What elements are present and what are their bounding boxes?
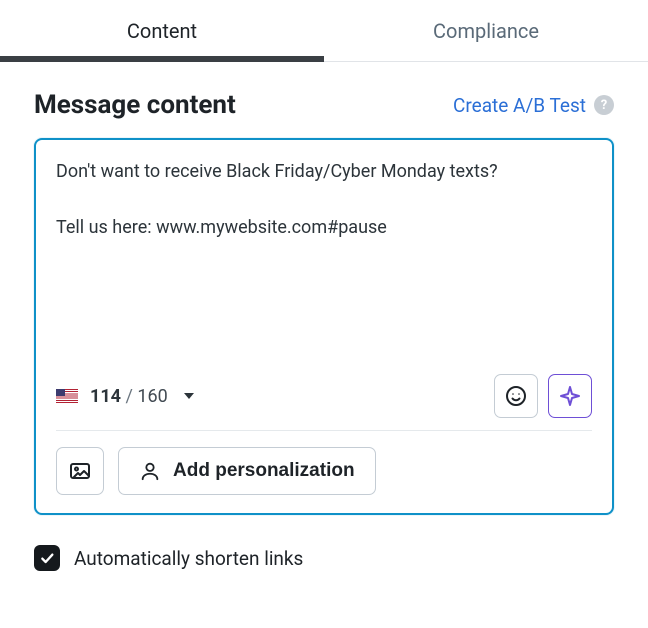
section-title: Message content (34, 90, 236, 120)
smiley-icon (504, 384, 528, 408)
add-personalization-button[interactable]: Add personalization (118, 447, 376, 495)
add-personalization-label: Add personalization (173, 460, 355, 482)
create-ab-test-link[interactable]: Create A/B Test (453, 94, 586, 117)
char-count-current: 114 (90, 386, 121, 407)
ab-test-wrap: Create A/B Test ? (453, 94, 614, 117)
char-counter[interactable]: 114 / 160 (56, 386, 194, 407)
tab-compliance-label: Compliance (433, 19, 539, 43)
shorten-links-checkbox[interactable] (34, 545, 60, 571)
tab-compliance[interactable]: Compliance (324, 0, 648, 61)
ai-sparkle-button[interactable] (548, 374, 592, 418)
message-content-section: Message content Create A/B Test ? Don't … (0, 62, 648, 515)
shorten-links-label: Automatically shorten links (74, 547, 303, 570)
section-header: Message content Create A/B Test ? (34, 90, 614, 120)
emoji-button[interactable] (494, 374, 538, 418)
check-icon (39, 550, 55, 566)
counter-row: 114 / 160 (56, 368, 592, 431)
image-icon (68, 459, 92, 483)
sparkle-icon (558, 384, 582, 408)
tab-content-label: Content (127, 19, 197, 43)
help-icon[interactable]: ? (594, 95, 614, 115)
chevron-down-icon (184, 393, 194, 399)
message-editor: Don't want to receive Black Friday/Cyber… (34, 138, 614, 515)
editor-toolbar: Add personalization (56, 431, 592, 495)
editor-action-icons (494, 374, 592, 418)
message-textarea[interactable]: Don't want to receive Black Friday/Cyber… (56, 158, 592, 368)
add-image-button[interactable] (56, 447, 104, 495)
person-icon (139, 460, 161, 482)
tabs: Content Compliance (0, 0, 648, 62)
us-flag-icon (56, 389, 78, 403)
shorten-links-option: Automatically shorten links (0, 515, 648, 595)
tab-content[interactable]: Content (0, 0, 324, 61)
char-count-slash: / (125, 386, 132, 407)
char-count-max: 160 (137, 386, 167, 407)
